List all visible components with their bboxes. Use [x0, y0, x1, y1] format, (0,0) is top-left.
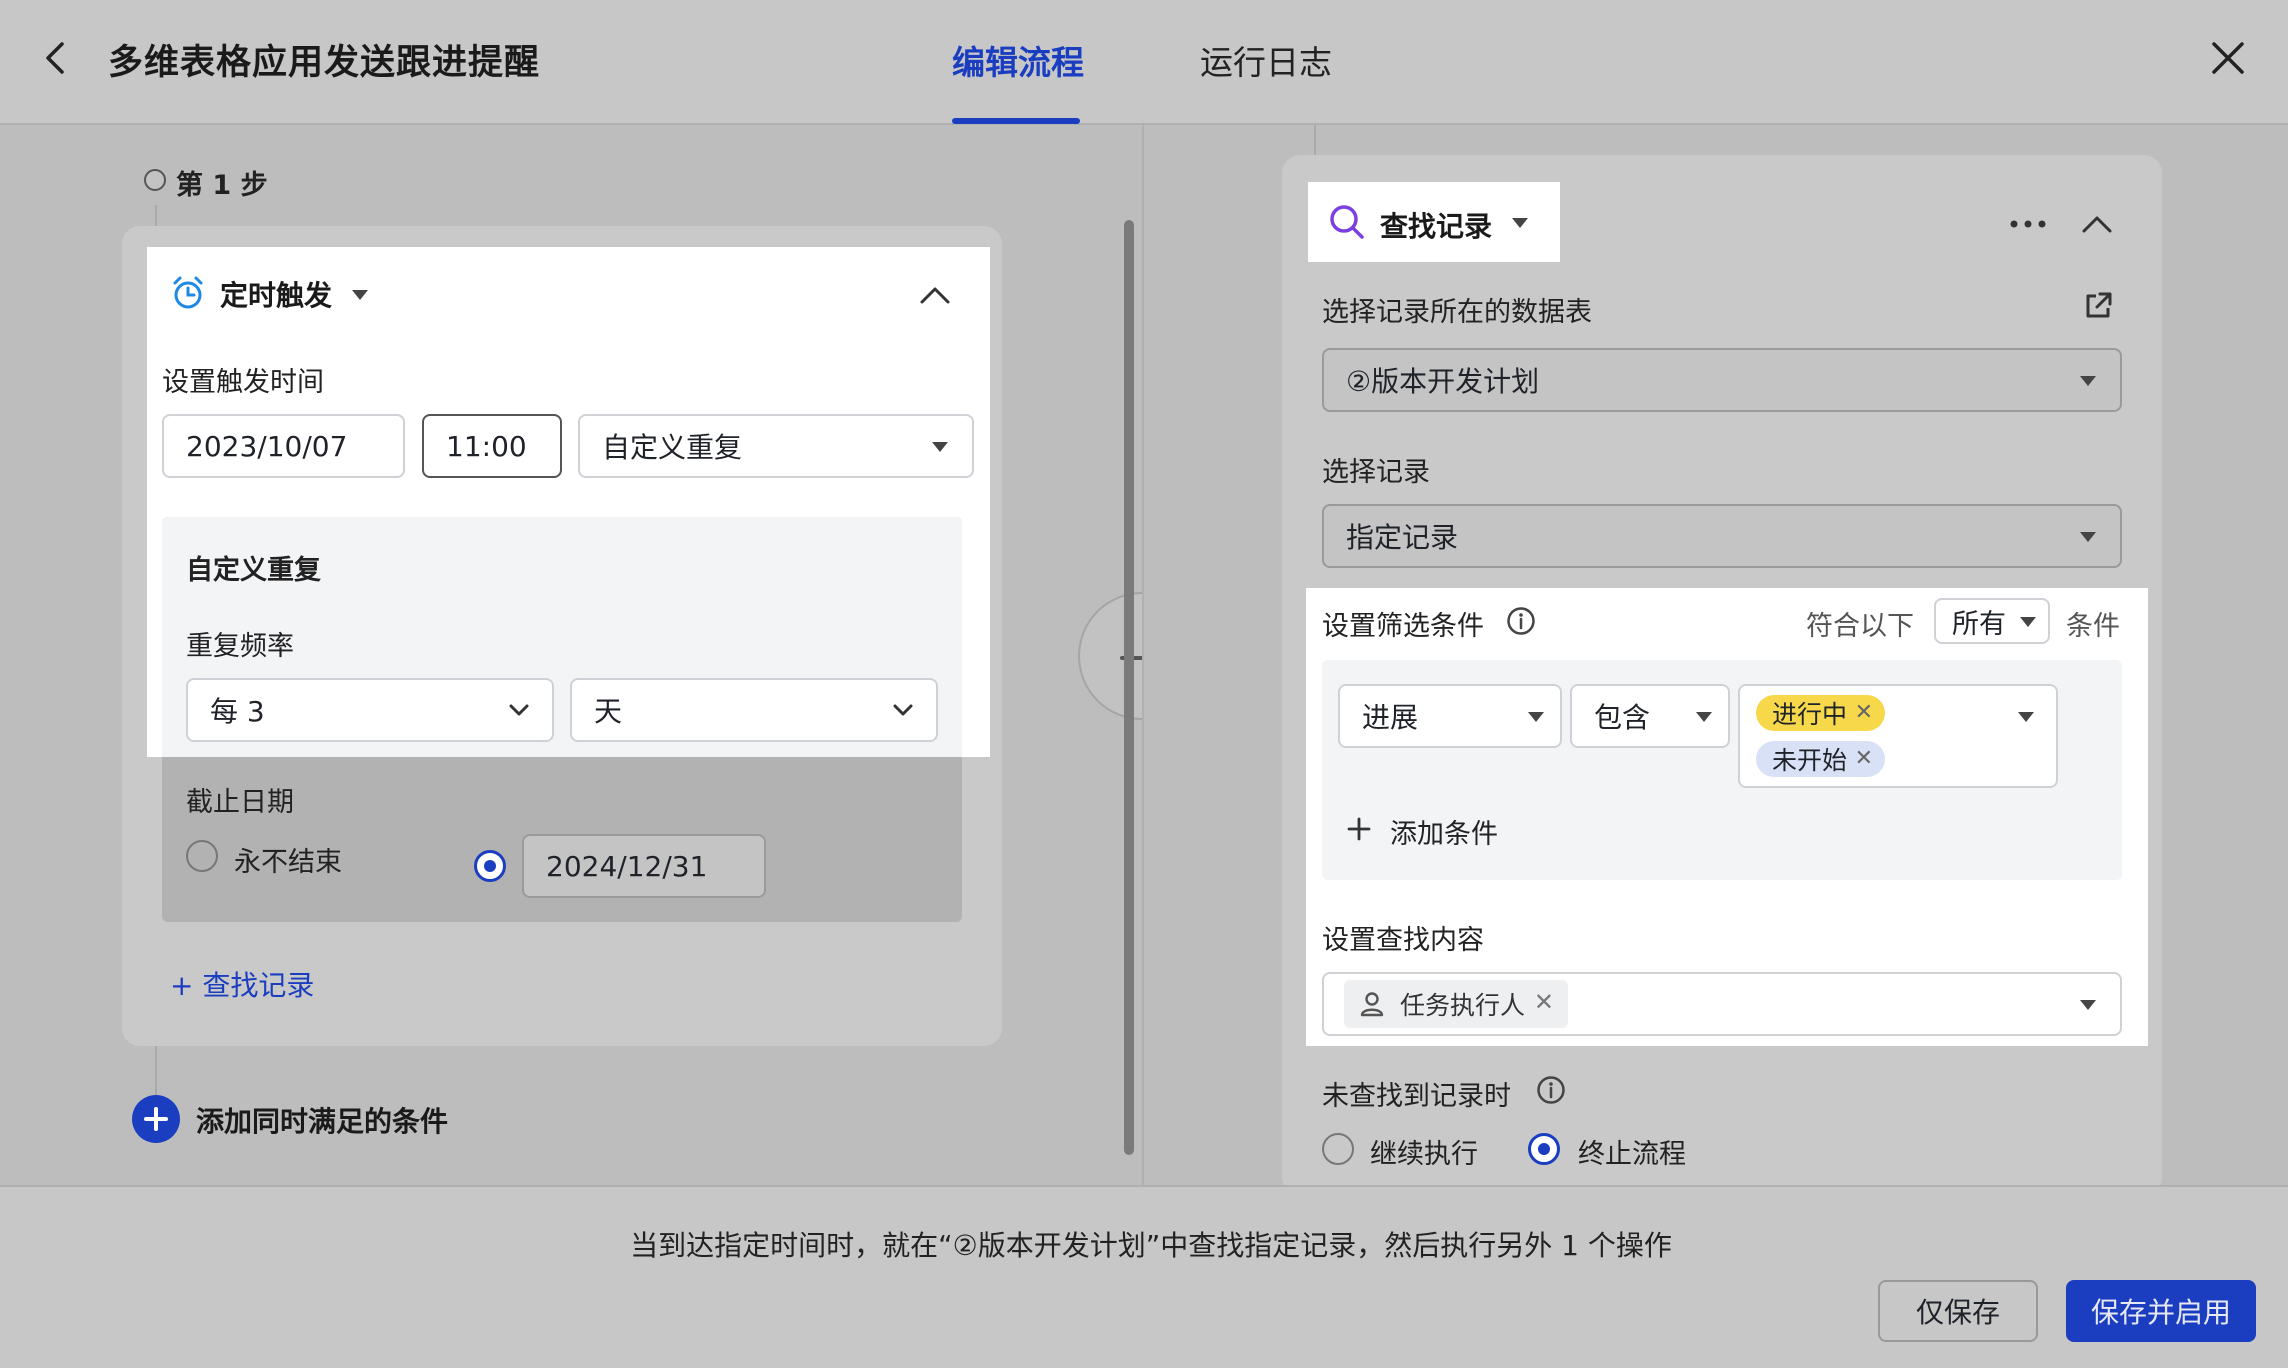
- end-date-value: 2024/12/31: [546, 849, 708, 883]
- continue-label: 继续执行: [1370, 1139, 1478, 1170]
- trigger-time-value: 11:00: [446, 429, 527, 463]
- match-mode-select[interactable]: 所有: [1934, 598, 2050, 644]
- table-select-value: ②版本开发计划: [1346, 365, 1540, 398]
- repeat-every-select[interactable]: 每 3: [186, 678, 554, 742]
- stop-flow-label: 终止流程: [1578, 1139, 1686, 1170]
- info-icon[interactable]: [1506, 606, 1536, 636]
- chip-remove-icon[interactable]: ✕: [1534, 988, 1554, 1016]
- add-condition-button[interactable]: [132, 1095, 180, 1143]
- find-record-title[interactable]: 查找记录: [1380, 205, 1492, 245]
- record-select-label: 选择记录: [1322, 457, 1430, 488]
- caret-down-icon: [932, 442, 948, 452]
- tab-edit-flow[interactable]: 编辑流程: [952, 36, 1084, 84]
- caret-down-icon[interactable]: [1512, 218, 1528, 228]
- end-date-radio[interactable]: [474, 850, 506, 882]
- filter-tag-in-progress[interactable]: 进行中 ✕: [1756, 695, 1886, 731]
- plus-icon[interactable]: [1346, 816, 1372, 842]
- filter-operator-select[interactable]: 包含: [1570, 684, 1730, 748]
- repeat-select[interactable]: 自定义重复: [578, 414, 974, 478]
- caret-down-icon: [2020, 617, 2036, 627]
- caret-down-icon: [1696, 712, 1712, 722]
- tag-remove-icon[interactable]: ✕: [1855, 700, 1873, 725]
- save-only-button[interactable]: 仅保存: [1878, 1280, 2038, 1342]
- trigger-date-input[interactable]: 2023/10/07: [162, 414, 405, 478]
- repeat-every-value: 每 3: [210, 695, 265, 728]
- caret-down-icon: [2080, 1000, 2096, 1010]
- match-mode-value: 所有: [1952, 608, 2006, 640]
- caret-down-icon: [1528, 712, 1544, 722]
- content-field-label: 任务执行人: [1400, 991, 1526, 1020]
- chevron-down-icon: [509, 704, 529, 716]
- find-content-label: 设置查找内容: [1322, 925, 1484, 956]
- add-find-record-link[interactable]: + 查找记录: [170, 964, 314, 1004]
- save-and-enable-button[interactable]: 保存并启用: [2066, 1280, 2256, 1342]
- end-date-label: 截止日期: [186, 787, 294, 818]
- never-end-label: 永不结束: [234, 847, 342, 878]
- end-date-input[interactable]: 2024/12/31: [522, 834, 766, 898]
- top-bar: 多维表格应用发送跟进提醒 编辑流程 运行日志: [0, 0, 2288, 125]
- caret-down-icon: [2018, 712, 2034, 722]
- continue-radio[interactable]: [1322, 1133, 1354, 1165]
- content-field-chip[interactable]: 任务执行人 ✕: [1344, 980, 1568, 1028]
- left-scrollbar[interactable]: [1124, 220, 1134, 1155]
- step-dot: [144, 169, 166, 191]
- caret-down-icon[interactable]: [352, 290, 368, 300]
- filter-tag-label: 未开始: [1772, 746, 1848, 775]
- stop-flow-radio[interactable]: [1528, 1133, 1560, 1165]
- person-icon: [1360, 992, 1384, 1017]
- repeat-frequency-label: 重复频率: [186, 631, 294, 662]
- trigger-time-label: 设置触发时间: [162, 367, 324, 398]
- table-select[interactable]: ②版本开发计划: [1322, 348, 2122, 412]
- filter-field-select[interactable]: 进展: [1338, 684, 1562, 748]
- active-tab-indicator: [952, 118, 1080, 124]
- filter-field-value: 进展: [1362, 701, 1419, 734]
- table-select-label: 选择记录所在的数据表: [1322, 297, 1592, 328]
- filter-tag-not-started[interactable]: 未开始 ✕: [1756, 741, 1886, 777]
- info-icon[interactable]: [1536, 1075, 1566, 1105]
- repeat-unit-select[interactable]: 天: [570, 678, 938, 742]
- search-icon: [1330, 205, 1364, 239]
- repeat-unit-value: 天: [594, 695, 623, 728]
- match-prefix: 符合以下: [1806, 611, 1914, 642]
- plus-icon: [144, 1107, 168, 1131]
- external-link-icon[interactable]: [2082, 290, 2114, 322]
- trigger-time-input[interactable]: 11:00: [422, 414, 562, 478]
- trigger-type-title[interactable]: 定时触发: [220, 274, 332, 314]
- tab-run-log[interactable]: 运行日志: [1200, 36, 1332, 84]
- caret-down-icon: [2080, 376, 2096, 386]
- connector-line: [1314, 125, 1316, 155]
- close-icon[interactable]: [2208, 38, 2248, 78]
- match-suffix: 条件: [2066, 611, 2120, 642]
- chevron-up-icon[interactable]: [2080, 212, 2114, 236]
- caret-down-icon: [2080, 532, 2096, 542]
- custom-repeat-heading: 自定义重复: [186, 555, 321, 586]
- filter-tag-label: 进行中: [1772, 700, 1848, 729]
- alarm-clock-icon: [173, 276, 203, 309]
- filter-label: 设置筛选条件: [1322, 611, 1484, 642]
- page-title: 多维表格应用发送跟进提醒: [108, 43, 541, 83]
- add-condition-label[interactable]: 添加同时满足的条件: [196, 1100, 448, 1140]
- filter-operator-value: 包含: [1594, 701, 1651, 734]
- trigger-date-value: 2023/10/07: [186, 429, 348, 463]
- record-select[interactable]: 指定记录: [1322, 504, 2122, 568]
- never-end-radio[interactable]: [186, 840, 218, 872]
- repeat-select-value: 自定义重复: [602, 431, 743, 464]
- more-icon[interactable]: [2008, 218, 2048, 230]
- not-found-label: 未查找到记录时: [1322, 1081, 1511, 1112]
- tag-remove-icon[interactable]: ✕: [1855, 746, 1873, 771]
- add-filter-condition[interactable]: 添加条件: [1390, 812, 1498, 851]
- record-select-value: 指定记录: [1346, 521, 1459, 554]
- chevron-down-icon: [893, 704, 913, 716]
- chevron-up-icon[interactable]: [918, 283, 952, 307]
- flow-summary: 当到达指定时间时，就在“②版本开发计划”中查找指定记录，然后执行另外 1 个操作: [630, 1229, 1672, 1262]
- step-label: 第 1 步: [176, 170, 268, 201]
- back-arrow-icon[interactable]: [40, 38, 74, 78]
